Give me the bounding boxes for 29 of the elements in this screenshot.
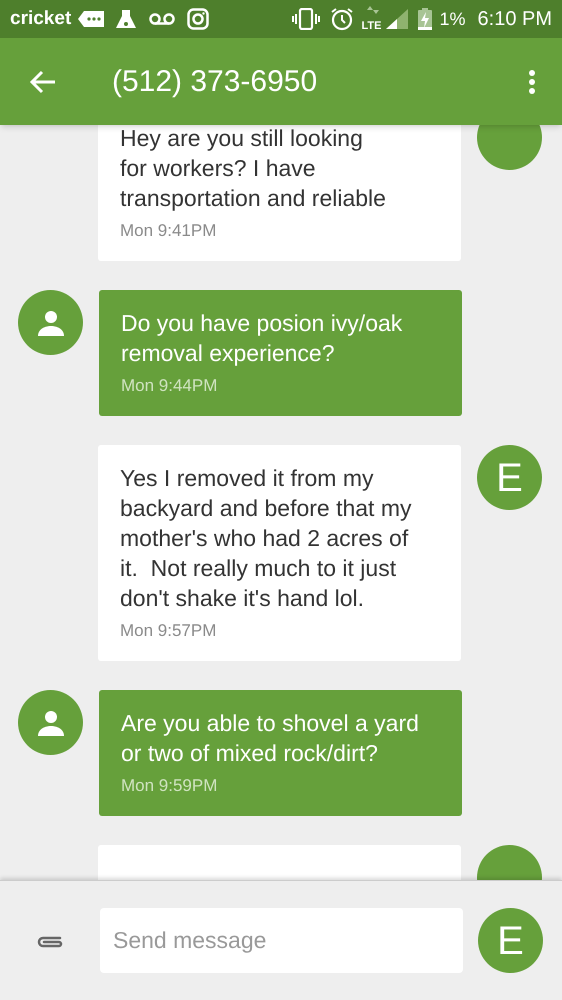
person-icon <box>38 310 64 336</box>
message-text: Are you able to shovel a yard or two of mixed rock/dirt? <box>121 709 420 768</box>
vibrate-icon <box>292 8 320 30</box>
network-type: LTE <box>362 20 382 32</box>
clock-time: 6:10 PM <box>478 7 552 32</box>
message-time: Mon 9:44PM <box>121 375 218 397</box>
contact-avatar: E <box>477 445 542 510</box>
message-icon <box>77 10 106 28</box>
alarm-icon <box>330 7 354 31</box>
back-arrow-icon <box>30 70 56 94</box>
message-text: Do you have posion ivy/oak removal experience? <box>121 309 404 368</box>
more-options-icon <box>529 70 535 94</box>
battery-percent: 1% <box>440 8 466 30</box>
person-icon <box>38 710 64 736</box>
conversation-title: (512) 373-6950 <box>112 64 318 100</box>
message-text: Hey are you still looking for workers? I have transportation and reliable <box>120 125 387 213</box>
camera-icon <box>187 8 210 30</box>
voicemail-icon <box>149 12 176 26</box>
message-time: Mon 9:59PM <box>121 775 218 797</box>
carrier-name: cricket <box>10 6 72 31</box>
message-time: Mon 9:57PM <box>120 620 218 642</box>
signal-icon <box>386 9 408 29</box>
message-input-field[interactable]: Send message <box>100 908 463 973</box>
data-arrows-icon <box>366 6 378 14</box>
send-avatar: E <box>478 908 543 973</box>
message-text: Yes I removed it from my backyard and before that my mother's who had 2 acres of it. Not really much to it just don't shake it's hand lol. <box>120 464 412 613</box>
message-time: Mon 9:41PM <box>120 220 218 242</box>
flask-icon <box>115 8 138 30</box>
battery-charging-icon <box>418 8 432 30</box>
